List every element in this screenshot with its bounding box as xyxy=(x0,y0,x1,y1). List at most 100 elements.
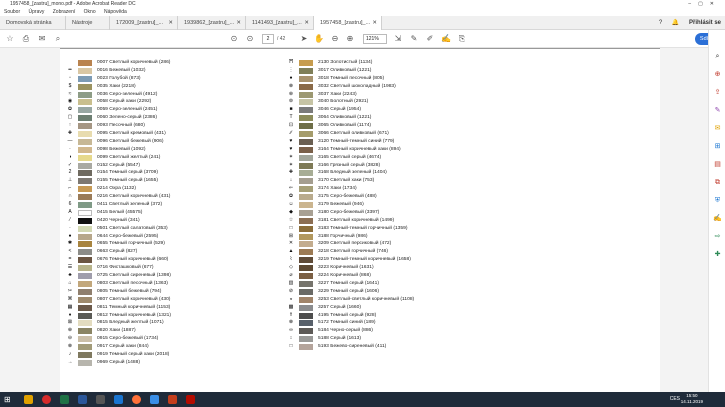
zoom-select[interactable]: 121% xyxy=(363,34,387,44)
system-clock[interactable]: 15:50 14.11.2019 xyxy=(681,393,703,405)
firefox-icon[interactable] xyxy=(132,395,141,404)
tab-document[interactable]: 1939862_[zastru]_... ✕ xyxy=(178,16,246,30)
menu-file[interactable]: Soubor xyxy=(4,9,20,15)
comment-icon[interactable]: ✉ xyxy=(713,124,722,133)
bell-icon[interactable]: 🔔 xyxy=(672,20,679,26)
tab-document[interactable]: 1141493_[zastru]_... ✕ xyxy=(246,16,314,30)
header-right: ? 🔔 Přihlásit se xyxy=(651,16,721,30)
color-label: 0154 Темный серый (3709) xyxy=(97,170,158,176)
app-icon[interactable] xyxy=(96,395,105,404)
color-swatch xyxy=(78,280,92,287)
color-label: 0663 Серый (827) xyxy=(97,249,138,255)
print-icon[interactable]: ⎙ xyxy=(20,33,32,45)
file-explorer-icon[interactable] xyxy=(24,395,33,404)
mail-icon[interactable]: ✉ xyxy=(36,33,48,45)
color-swatch xyxy=(78,202,92,209)
page-number-input[interactable]: 2 xyxy=(262,34,274,44)
color-swatch xyxy=(299,138,313,145)
pdf-page: 0007 Светлый коричневый (286) •• 0016 Беже… xyxy=(60,48,660,392)
select-cursor-icon[interactable]: ➤ xyxy=(298,33,310,45)
color-label: 3170 Светлый хаки (753) xyxy=(318,178,375,184)
protect-icon[interactable]: ⛨ xyxy=(713,196,722,205)
zoom-out-icon[interactable]: ⊖ xyxy=(329,33,341,45)
opera-icon[interactable] xyxy=(42,395,51,404)
page-up-icon[interactable]: ⊙ xyxy=(228,33,240,45)
color-swatch xyxy=(78,217,92,224)
tab-document[interactable]: 172009_[zastru]_... ✕ xyxy=(110,16,178,30)
stitch-symbol: ● xyxy=(289,74,293,81)
compress-icon[interactable]: ⧉ xyxy=(713,178,722,187)
stitch-symbol: ✿ xyxy=(288,193,294,200)
stitch-symbol: ⇑ xyxy=(288,311,294,318)
signin-link[interactable]: Přihlásit se xyxy=(689,20,721,26)
comment-icon[interactable]: ✎ xyxy=(408,33,420,45)
language-indicator[interactable]: CES xyxy=(670,396,680,402)
stitch-symbol: □ xyxy=(289,343,293,350)
menu-help[interactable]: Nápověda xyxy=(104,9,127,15)
close-icon[interactable]: ✕ xyxy=(236,16,241,30)
window-controls[interactable]: –▢✕ xyxy=(688,0,721,8)
stitch-symbol: ⋮ xyxy=(288,66,294,73)
color-swatch xyxy=(78,83,92,90)
help-icon[interactable]: ? xyxy=(659,20,662,26)
stitch-symbol: ▢ xyxy=(67,114,73,121)
color-swatch xyxy=(299,115,313,122)
stitch-symbol: $ xyxy=(68,82,72,89)
close-icon[interactable]: ✕ xyxy=(304,16,309,30)
acrobat-icon[interactable] xyxy=(186,395,195,404)
color-swatch xyxy=(299,217,313,224)
color-swatch xyxy=(78,209,92,216)
fit-page-icon[interactable]: ⇲ xyxy=(392,33,404,45)
stamp-icon[interactable]: ⎘ xyxy=(456,33,468,45)
tools-icon[interactable]: ✚ xyxy=(713,250,722,259)
menu-window[interactable]: Okno xyxy=(84,9,96,15)
stitch-symbol: ⊛ xyxy=(288,90,294,97)
tab-home[interactable]: Domovská stránka xyxy=(0,16,66,30)
edit-pdf-icon[interactable]: ✎ xyxy=(713,106,722,115)
search-icon[interactable]: ⌕ xyxy=(713,52,722,61)
close-icon[interactable]: ✕ xyxy=(168,16,173,30)
excel-icon[interactable] xyxy=(60,395,69,404)
menu-view[interactable]: Zobrazení xyxy=(53,9,76,15)
edge-icon[interactable] xyxy=(114,395,123,404)
stitch-symbol: 6 xyxy=(68,201,72,208)
stitch-symbol: ▫ xyxy=(69,74,71,81)
document-area[interactable]: 0007 Светлый коричневый (286) •• 0016 Беже… xyxy=(0,48,708,392)
color-swatch xyxy=(78,115,92,122)
create-pdf-icon[interactable]: ⊕ xyxy=(713,70,722,79)
stitch-symbol: ↑ xyxy=(68,122,72,129)
zoom-in-icon[interactable]: ⊕ xyxy=(344,33,356,45)
tab-document-active[interactable]: 1957458_[zastru]_... ✕ xyxy=(314,16,382,30)
stitch-symbol: ∕∕ xyxy=(290,130,292,137)
powerpoint-icon[interactable] xyxy=(168,395,177,404)
tab-tools[interactable]: Nástroje xyxy=(66,16,110,30)
color-swatch xyxy=(78,154,92,161)
app-icon[interactable] xyxy=(150,395,159,404)
color-label: 3223 Коричневый (1631) xyxy=(318,265,374,271)
search-icon[interactable]: ⌕ xyxy=(52,33,64,45)
windows-start-icon[interactable]: ⊞ xyxy=(4,395,13,404)
hand-tool-icon[interactable]: ✋ xyxy=(313,33,325,45)
highlight-icon[interactable]: ✐ xyxy=(424,33,436,45)
stitch-symbol: ✱ xyxy=(67,240,73,247)
color-label: 0152 Серый (5547) xyxy=(97,162,140,168)
stitch-symbol: ♣ xyxy=(68,272,72,279)
sign-icon[interactable]: ✍ xyxy=(440,33,452,45)
color-swatch xyxy=(78,344,92,351)
bookmark-icon[interactable]: ☆ xyxy=(4,33,16,45)
organize-icon[interactable]: ▤ xyxy=(713,160,722,169)
send-icon[interactable]: ⇨ xyxy=(713,232,722,241)
stitch-symbol: → xyxy=(67,358,73,365)
combine-icon[interactable]: ⊞ xyxy=(713,142,722,151)
word-icon[interactable] xyxy=(78,395,87,404)
color-swatch xyxy=(78,273,92,280)
color-label: 3120 Темный-темный синий (779) xyxy=(318,138,395,144)
close-icon[interactable]: ✕ xyxy=(372,16,377,30)
fill-sign-icon[interactable]: ✍ xyxy=(713,214,722,223)
page-down-icon[interactable]: ⊙ xyxy=(244,33,256,45)
menu-edit[interactable]: Úpravy xyxy=(29,9,45,15)
stitch-symbol: ⌂ xyxy=(68,279,72,286)
color-label: 3257 Серый (1660) xyxy=(318,304,361,310)
export-pdf-icon[interactable]: ⇪ xyxy=(713,88,722,97)
color-label: 0098 Бежевый (1092) xyxy=(97,146,146,152)
